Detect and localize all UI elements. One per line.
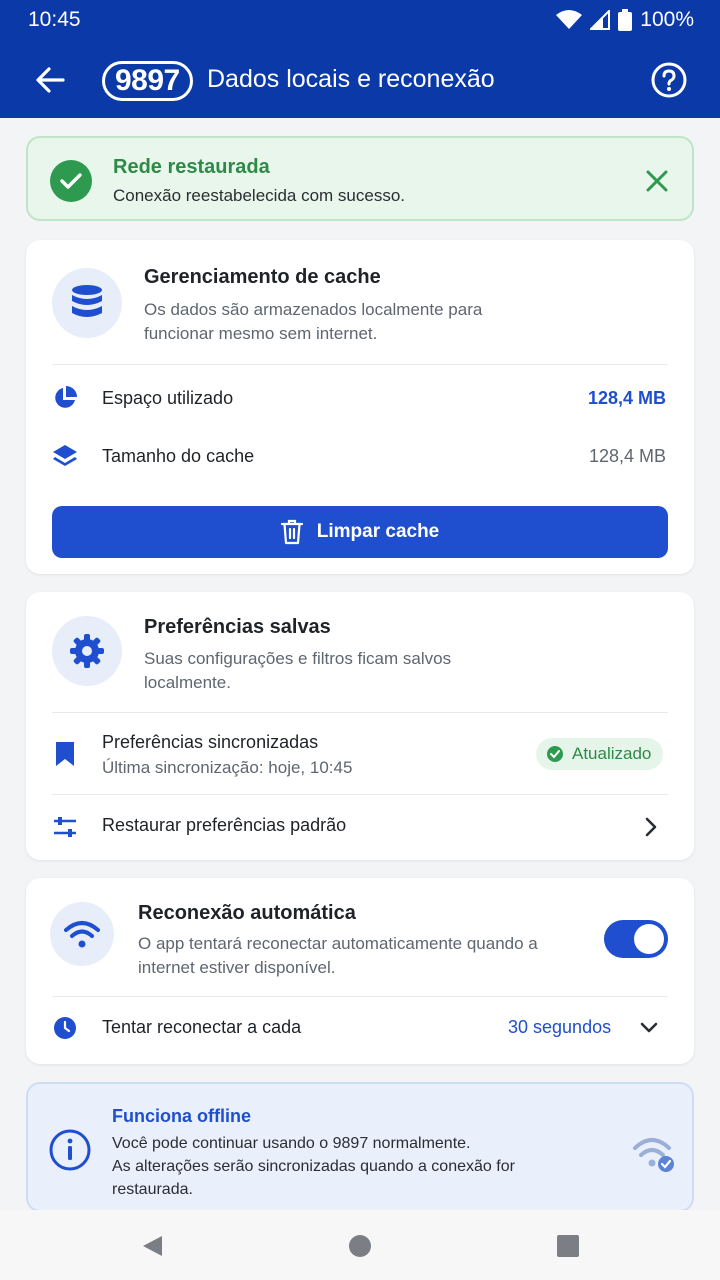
battery-icon bbox=[618, 9, 633, 31]
offline-info-card: Funciona offline Você pode continuar usa… bbox=[26, 1082, 694, 1210]
status-badge: Atualizado bbox=[536, 738, 664, 770]
auto-reconnect-toggle[interactable] bbox=[604, 920, 668, 958]
clear-cache-button[interactable]: Limpar cache bbox=[52, 506, 668, 558]
cache-size-value: 128,4 MB bbox=[588, 446, 666, 466]
app-bar: 9897 Dados locais e reconexão bbox=[0, 40, 720, 118]
retry-interval-select[interactable]: 30 segundos bbox=[496, 1008, 676, 1048]
nav-home-button[interactable] bbox=[346, 1232, 374, 1260]
pie-chart-icon bbox=[51, 384, 79, 412]
wifi-check-icon bbox=[633, 1138, 674, 1172]
close-icon bbox=[646, 170, 668, 192]
offline-info-line2: As alterações serão sincronizadas quando… bbox=[112, 1158, 515, 1198]
divider bbox=[52, 364, 668, 365]
auto-reconnect-title: Reconexão automática bbox=[138, 902, 356, 924]
battery-percent: 100% bbox=[640, 8, 694, 31]
page-title: Dados locais e reconexão bbox=[207, 65, 495, 93]
offline-info-text: Você pode continuar usando o 9897 normal… bbox=[112, 1132, 572, 1201]
auto-reconnect-description: O app tentará reconectar automaticamente… bbox=[138, 934, 538, 977]
synced-prefs-label: Preferências sincronizadas bbox=[102, 732, 319, 752]
close-banner-button[interactable] bbox=[644, 168, 670, 194]
system-nav-bar bbox=[0, 1210, 720, 1280]
arrow-left-icon bbox=[36, 67, 65, 93]
app-logo: 9897 bbox=[102, 61, 193, 101]
wifi-signal-icon bbox=[556, 10, 583, 29]
help-icon bbox=[651, 62, 687, 98]
clear-cache-label: Limpar cache bbox=[316, 521, 440, 542]
wifi-icon bbox=[50, 902, 114, 966]
main-content: Rede restaurada Conexão reestabelecida c… bbox=[0, 118, 720, 1210]
restore-defaults-row[interactable]: Restaurar preferências padrão bbox=[26, 795, 694, 857]
gear-icon bbox=[52, 616, 122, 686]
badge-label: Atualizado bbox=[572, 744, 652, 763]
banner-text: Conexão reestabelecida com sucesso. bbox=[113, 186, 405, 205]
help-button[interactable] bbox=[650, 61, 688, 99]
retry-interval-value: 30 segundos bbox=[508, 1017, 612, 1037]
triangle-back-icon bbox=[143, 1236, 162, 1256]
info-icon bbox=[49, 1129, 91, 1171]
bookmark-icon bbox=[51, 740, 79, 768]
network-restored-banner: Rede restaurada Conexão reestabelecida c… bbox=[26, 136, 694, 221]
restore-defaults-label: Restaurar preferências padrão bbox=[102, 815, 347, 835]
offline-info-line1: Você pode continuar usando o 9897 normal… bbox=[112, 1135, 471, 1152]
retry-interval-label: Tentar reconectar a cada bbox=[102, 1017, 302, 1037]
check-circle-icon bbox=[50, 160, 92, 202]
chevron-down-icon bbox=[640, 1022, 658, 1033]
cache-card-description: Os dados são armazenados localmente para… bbox=[144, 300, 483, 343]
cache-size-label: Tamanho do cache bbox=[102, 446, 255, 466]
clock-icon bbox=[51, 1014, 79, 1042]
offline-info-title: Funciona offline bbox=[112, 1106, 251, 1126]
space-used-label: Espaço utilizado bbox=[102, 388, 234, 408]
cell-signal-icon bbox=[590, 10, 611, 30]
divider bbox=[52, 712, 668, 713]
sliders-icon bbox=[51, 813, 79, 841]
preferences-title: Preferências salvas bbox=[144, 616, 331, 638]
status-bar: 10:45 100% bbox=[0, 0, 720, 40]
status-icons: 100% bbox=[556, 8, 694, 32]
preferences-card: Preferências salvas Suas configurações e… bbox=[26, 592, 694, 860]
square-recents-icon bbox=[557, 1235, 579, 1257]
banner-title: Rede restaurada bbox=[113, 156, 270, 178]
status-time: 10:45 bbox=[28, 8, 81, 31]
chevron-right-icon bbox=[645, 817, 657, 837]
preferences-description: Suas configurações e filtros ficam salvo… bbox=[144, 649, 452, 692]
toggle-knob bbox=[634, 924, 664, 954]
divider bbox=[52, 996, 668, 997]
layers-icon bbox=[51, 442, 79, 470]
last-sync-text: Última sincronização: hoje, 10:45 bbox=[102, 758, 353, 777]
nav-recents-button[interactable] bbox=[554, 1232, 582, 1260]
nav-back-button[interactable] bbox=[138, 1232, 166, 1260]
cache-card: Gerenciamento de cache Os dados são arma… bbox=[26, 240, 694, 574]
trash-icon bbox=[280, 519, 303, 545]
circle-home-icon bbox=[349, 1235, 371, 1257]
back-button[interactable] bbox=[30, 60, 70, 100]
database-icon bbox=[52, 268, 122, 338]
check-circle-icon bbox=[547, 746, 563, 762]
auto-reconnect-card: Reconexão automática O app tentará recon… bbox=[26, 878, 694, 1064]
cache-card-title: Gerenciamento de cache bbox=[144, 266, 381, 288]
space-used-value: 128,4 MB bbox=[587, 388, 666, 408]
